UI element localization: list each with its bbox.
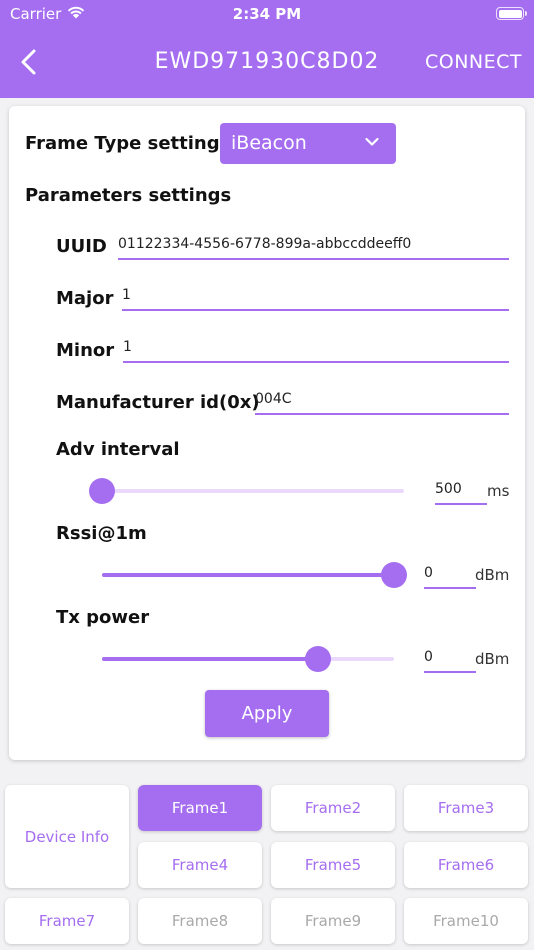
uuid-input[interactable] — [118, 230, 509, 258]
manufacturer-id-field[interactable] — [255, 385, 509, 415]
settings-card: Frame Type setting iBeacon Parameters se… — [9, 106, 525, 760]
slider-thumb[interactable] — [381, 562, 407, 588]
tx-power-label: Tx power — [56, 607, 150, 628]
tile-frame3[interactable]: Frame3 — [404, 785, 528, 831]
tx-power-unit: dBm — [475, 650, 510, 668]
tile-frame10[interactable]: Frame10 — [404, 898, 528, 944]
app-bar: Carrier 2:34 PM EWD971930C8D02 CONNECT — [0, 0, 534, 98]
manufacturer-id-label: Manufacturer id(0x) — [56, 392, 260, 413]
tile-frame5[interactable]: Frame5 — [271, 842, 395, 888]
manufacturer-id-input[interactable] — [255, 385, 509, 413]
tile-frame9[interactable]: Frame9 — [271, 898, 395, 944]
tx-power-field[interactable] — [424, 643, 476, 673]
major-input[interactable] — [122, 281, 509, 309]
rssi-slider[interactable] — [102, 573, 394, 577]
minor-label: Minor — [56, 340, 115, 361]
slider-active-track — [102, 657, 319, 661]
battery-icon — [496, 7, 527, 20]
tile-frame7[interactable]: Frame7 — [5, 898, 129, 944]
tile-device-info[interactable]: Device Info — [5, 785, 129, 888]
slider-active-track — [102, 573, 394, 577]
tile-frame8[interactable]: Frame8 — [138, 898, 262, 944]
status-bar: Carrier 2:34 PM — [0, 0, 534, 30]
slider-thumb[interactable] — [305, 646, 332, 672]
clock: 2:34 PM — [232, 5, 302, 23]
uuid-label: UUID — [56, 236, 107, 257]
minor-field[interactable] — [123, 333, 509, 363]
minor-input[interactable] — [123, 333, 509, 361]
adv-interval-unit: ms — [487, 482, 510, 500]
major-label: Major — [56, 288, 114, 309]
tile-frame4[interactable]: Frame4 — [138, 842, 262, 888]
uuid-field[interactable] — [118, 230, 509, 260]
rssi-field[interactable] — [424, 559, 476, 589]
chevron-down-icon — [365, 137, 379, 146]
tx-power-slider[interactable] — [102, 657, 394, 661]
tile-frame2[interactable]: Frame2 — [271, 785, 395, 831]
frame-type-dropdown[interactable]: iBeacon — [220, 123, 396, 164]
tx-power-input[interactable] — [424, 643, 476, 671]
tile-frame1[interactable]: Frame1 — [138, 785, 262, 831]
rssi-unit: dBm — [475, 566, 510, 584]
frame-type-label: Frame Type setting — [25, 133, 220, 154]
rssi-input[interactable] — [424, 559, 476, 587]
adv-interval-label: Adv interval — [56, 439, 180, 460]
adv-interval-slider[interactable] — [102, 489, 404, 493]
major-field[interactable] — [122, 281, 509, 311]
rssi-label: Rssi@1m — [56, 523, 147, 544]
connect-button[interactable]: CONNECT — [425, 51, 522, 73]
parameters-heading: Parameters settings — [25, 185, 232, 206]
frame-type-value: iBeacon — [231, 132, 307, 154]
apply-button[interactable]: Apply — [205, 690, 329, 737]
tile-frame6[interactable]: Frame6 — [404, 842, 528, 888]
adv-interval-input[interactable] — [435, 475, 487, 503]
adv-interval-field[interactable] — [435, 475, 487, 505]
slider-thumb[interactable] — [89, 478, 115, 504]
